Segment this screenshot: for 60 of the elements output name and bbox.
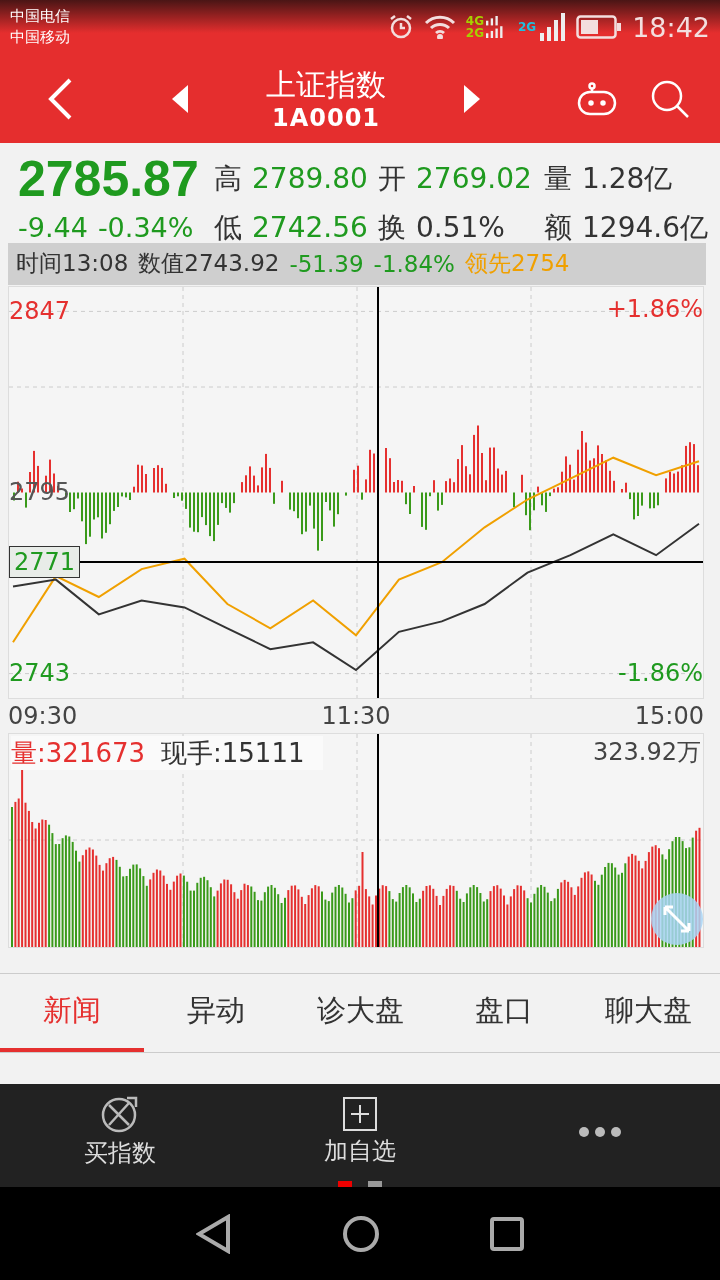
crossed-circle-icon [101,1095,139,1134]
axis-label: -1.86% [618,658,703,687]
cursor-value: 2771 [9,545,81,578]
action-button[interactable]: 加自选 [240,1084,480,1181]
index-code: 1A0001 [271,103,381,132]
tab[interactable]: 聊大盘 [576,973,720,1053]
stat-label: 换 [378,209,406,246]
change-percent: -0.34% [97,210,194,245]
more-icon[interactable] [578,1126,622,1139]
clock-time: 18:42 [632,11,710,43]
index-title: 上证指数 [266,65,386,104]
stat-value: 2769.02 [416,162,532,196]
current-price: 2785.87 [18,150,199,207]
network-label: 4G [465,15,484,28]
crosshair-reading: -1.84% [373,250,455,277]
stat-value: 0.51% [416,211,505,245]
stat-value: 2742.56 [252,211,368,245]
carrier-name: 中国电信 [10,6,71,28]
wifi-icon [423,15,456,40]
stat-label: 高 [214,160,242,197]
time-label: 15:00 [634,701,704,730]
max-volume-label: 323.92万 [593,736,701,768]
home-circle-icon[interactable] [342,1214,380,1253]
time-label: 11:30 [321,701,391,730]
recents-square-icon[interactable] [490,1216,524,1251]
carrier-name: 中国移动 [10,27,71,49]
robot-icon[interactable] [576,81,618,116]
stat-label: 开 [378,160,406,197]
price-change: -9.44 [18,210,88,245]
battery-icon [576,15,623,40]
axis-label: 2847 [9,296,71,328]
crosshair-reading: 时间13:08 [16,249,129,279]
plus-square-icon [343,1097,377,1132]
action-button[interactable]: 买指数 [0,1084,240,1181]
stat-label: 低 [214,209,242,246]
previous-triangle-icon[interactable] [172,84,188,113]
stat-value: 1.28亿 [582,160,673,197]
current-hand-reading: 现手:15111 [161,736,305,770]
search-icon[interactable] [650,78,690,119]
network-label: 2G [465,27,484,40]
crosshair-reading: -51.39 [289,250,364,277]
tab[interactable]: 诊大盘 [288,973,432,1053]
time-label: 09:30 [8,701,78,730]
next-triangle-icon[interactable] [464,84,480,113]
tab[interactable]: 盘口 [432,973,576,1053]
crosshair-reading: 数值2743.92 [138,249,280,279]
stat-label: 额 [544,209,572,246]
crosshair-reading: 领先2754 [464,249,570,279]
network-label: 2G [518,21,537,34]
signal-icon [538,13,567,42]
axis-label: +1.86% [606,294,703,323]
tab[interactable]: 异动 [144,973,288,1053]
tab[interactable]: 新闻 [0,973,144,1053]
stat-value: 1294.6亿 [582,209,708,246]
axis-label: 2743 [9,658,71,690]
expand-icon[interactable] [651,892,703,945]
volume-reading: 量:321673 [11,736,145,770]
stat-value: 2789.80 [252,162,368,196]
back-triangle-icon[interactable] [196,1213,232,1254]
stat-label: 量 [544,160,572,197]
